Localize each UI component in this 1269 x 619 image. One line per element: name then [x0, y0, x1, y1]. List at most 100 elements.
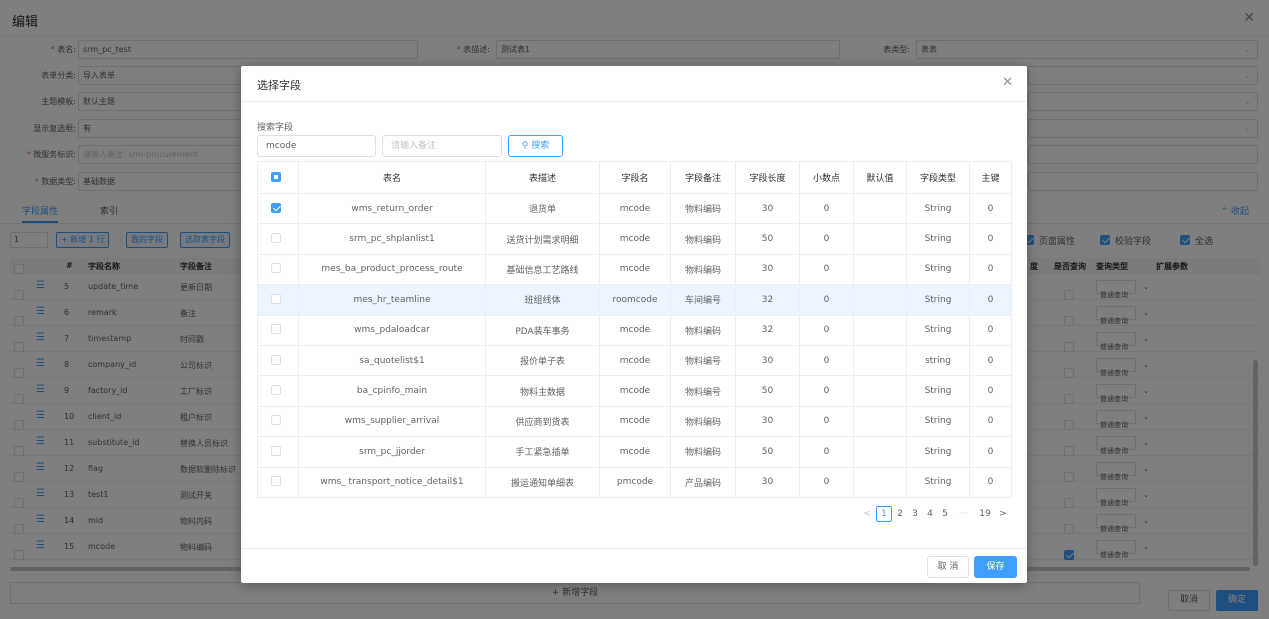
cell-table-name: wms_pdaloadcar [298, 314, 486, 346]
search-field-label: 搜索字段 [257, 123, 294, 133]
cell-field-length: 32 [735, 314, 800, 346]
cell-table-name: mes_ba_product_process_route [298, 253, 486, 286]
table-row[interactable]: wms_return_order 退货单 mcode 物料编码 30 0 String 0 [257, 192, 1012, 225]
cell-field-remark: 物料编号 [670, 344, 736, 377]
table-row[interactable]: sa_quotelist$1 报价单子表 mcode 物料编号 30 0 string 0 [257, 344, 1012, 377]
cell-field-length: 32 [735, 284, 800, 316]
cell-default [853, 192, 907, 225]
row-checkbox[interactable] [257, 192, 299, 225]
cell-decimal: 0 [799, 344, 854, 377]
checkbox-icon [270, 385, 281, 396]
table-row[interactable]: ba_cpinfo_main 物料主数据 mcode 物料编号 50 0 String 0 [257, 375, 1012, 407]
next-page-button[interactable]: > [997, 506, 1009, 522]
cell-field-length: 30 [735, 344, 800, 377]
cell-default [853, 344, 907, 377]
row-checkbox[interactable] [257, 314, 299, 346]
cell-field-remark: 物料编码 [670, 405, 736, 438]
cell-field-remark: 物料编码 [670, 192, 736, 225]
checkbox-indeterminate-icon [270, 171, 281, 182]
cell-field-length: 30 [735, 405, 800, 438]
close-icon[interactable]: ✕ [1002, 75, 1013, 90]
cell-field-name: roomcode [599, 284, 671, 316]
cell-primary-key: 0 [969, 314, 1012, 346]
checkbox-icon [270, 445, 281, 456]
page-5[interactable]: 5 [939, 506, 951, 522]
cell-field-remark: 产品编码 [670, 466, 736, 498]
prev-page-button[interactable]: < [861, 506, 873, 522]
cell-primary-key: 0 [969, 253, 1012, 286]
cell-primary-key: 0 [969, 223, 1012, 255]
cell-field-type: String [906, 192, 970, 225]
remark-input[interactable]: 请输入备注 [382, 135, 502, 157]
search-icon: ⚲ [521, 141, 529, 151]
cell-field-name: mcode [599, 314, 671, 346]
cancel-button[interactable]: 取 消 [927, 556, 969, 578]
select-field-dialog: 选择字段 ✕ 搜索字段 mcode 请输入备注 ⚲ 搜索 表名 表描述 字段名 … [241, 66, 1027, 583]
cell-decimal: 0 [799, 436, 854, 468]
cell-table-name: wms_supplier_arrival [298, 405, 486, 438]
cell-field-length: 50 [735, 223, 800, 255]
save-button[interactable]: 保存 [974, 556, 1017, 578]
table-row[interactable]: mes_hr_teamline 班组线体 roomcode 车间编号 32 0 String… [257, 284, 1012, 316]
cell-decimal: 0 [799, 284, 854, 316]
row-checkbox[interactable] [257, 466, 299, 498]
table-row[interactable]: srm_pc_shplanlist1 送货计划需求明细 mcode 物料编码 50 0 St… [257, 223, 1012, 255]
cell-primary-key: 0 [969, 344, 1012, 377]
table-row[interactable]: mes_ba_product_process_route 基础信息工艺路线 mcod… [257, 253, 1012, 286]
cell-primary-key: 0 [969, 284, 1012, 316]
row-checkbox[interactable] [257, 284, 299, 316]
checkbox-icon [270, 324, 281, 335]
row-checkbox[interactable] [257, 375, 299, 407]
field-name-input[interactable]: mcode [257, 135, 376, 157]
table-row[interactable]: wms_pdaloadcar PDA装车事务 mcode 物料编码 32 0 String 0 [257, 314, 1012, 346]
page-2[interactable]: 2 [894, 506, 906, 522]
row-checkbox[interactable] [257, 405, 299, 438]
cell-field-name: mcode [599, 223, 671, 255]
search-button[interactable]: ⚲ 搜索 [508, 135, 563, 157]
cell-field-name: mcode [599, 344, 671, 377]
select-all-checkbox-cell[interactable] [257, 161, 299, 194]
cell-field-type: String [906, 314, 970, 346]
cell-table-desc: 班组线体 [485, 284, 600, 316]
dialog-title: 选择字段 [257, 79, 301, 92]
cell-primary-key: 0 [969, 405, 1012, 438]
cell-field-name: mcode [599, 192, 671, 225]
cell-field-type: String [906, 436, 970, 468]
cell-field-remark: 物料编码 [670, 253, 736, 286]
cell-table-name: ba_cpinfo_main [298, 375, 486, 407]
cell-default [853, 223, 907, 255]
cell-field-length: 50 [735, 375, 800, 407]
dialog-footer: 取 消 保存 [241, 548, 1027, 583]
col-primary-key: 主键 [969, 161, 1012, 194]
col-field-length: 字段长度 [735, 161, 800, 194]
row-checkbox[interactable] [257, 223, 299, 255]
row-checkbox[interactable] [257, 436, 299, 468]
row-checkbox[interactable] [257, 344, 299, 377]
field-select-table: 表名 表描述 字段名 字段备注 字段长度 小数点 默认值 字段类型 主键 wms… [257, 161, 1012, 498]
table-row[interactable]: wms_supplier_arrival 供应商到货表 mcode 物料编码 30 0 St… [257, 405, 1012, 438]
page-3[interactable]: 3 [909, 506, 921, 522]
cell-table-name: wms_ transport_notice_detail$1 [298, 466, 486, 498]
cell-field-type: String [906, 284, 970, 316]
table-row[interactable]: srm_pc_jjorder 手工紧急插单 mcode 物料编码 50 0 String 0 [257, 436, 1012, 468]
cell-field-type: String [906, 223, 970, 255]
cell-default [853, 436, 907, 468]
row-checkbox[interactable] [257, 253, 299, 286]
cell-field-length: 30 [735, 192, 800, 225]
cell-table-desc: 供应商到货表 [485, 405, 600, 438]
page-4[interactable]: 4 [924, 506, 936, 522]
page-19[interactable]: 19 [975, 506, 995, 522]
cell-decimal: 0 [799, 405, 854, 438]
cell-field-type: String [906, 405, 970, 438]
cell-decimal: 0 [799, 223, 854, 255]
cell-default [853, 466, 907, 498]
checkbox-icon [270, 202, 281, 213]
page-ellipsis[interactable]: ··· [955, 506, 971, 522]
cell-field-remark: 物料编码 [670, 223, 736, 255]
table-row[interactable]: wms_ transport_notice_detail$1 搬运通知单细表 pmc… [257, 466, 1012, 498]
cell-table-desc: 报价单子表 [485, 344, 600, 377]
col-default: 默认值 [853, 161, 907, 194]
page-1[interactable]: 1 [876, 506, 892, 522]
cell-field-length: 50 [735, 436, 800, 468]
cell-table-name: wms_return_order [298, 192, 486, 225]
